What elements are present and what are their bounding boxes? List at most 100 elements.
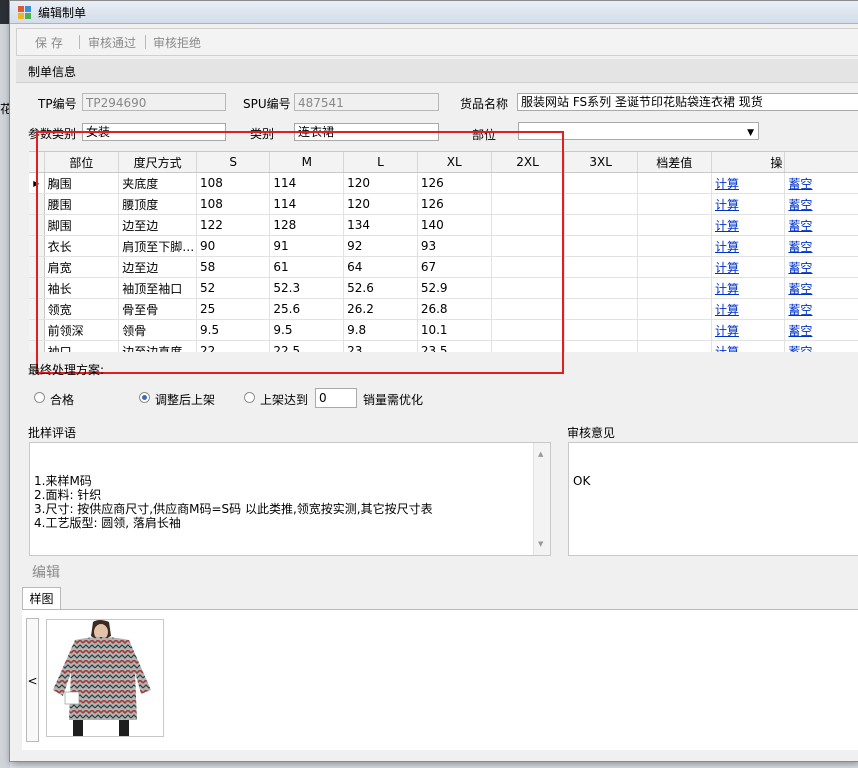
scroll-down-icon[interactable]: ▼ [538,537,543,551]
size-s-cell[interactable]: 58 [196,256,271,278]
part-cell[interactable]: 衣长 [44,235,120,257]
grade-value-cell[interactable] [637,214,712,236]
table-row[interactable]: 腰围 腰顶度 108 114 120 126 计算 蓄空 [29,193,858,215]
size-2xl-cell[interactable] [491,235,565,257]
size-l-cell[interactable]: 52.6 [343,277,418,299]
size-l-cell[interactable]: 64 [343,256,418,278]
size-3xl-cell[interactable] [564,298,638,320]
size-s-cell[interactable]: 108 [196,193,271,215]
size-xl-cell[interactable]: 126 [417,172,492,194]
review-scrollbar[interactable]: ▲ ▼ [533,443,550,555]
size-2xl-cell[interactable] [491,172,565,194]
target-sales-input[interactable]: 0 [315,388,357,408]
calculate-link[interactable]: 计算 [715,198,739,212]
measure-method-cell[interactable]: 边至边 [118,214,198,236]
calculate-link[interactable]: 计算 [715,303,739,317]
part-cell[interactable]: 前领深 [44,319,120,341]
size-s-cell[interactable]: 25 [196,298,271,320]
grade-value-cell[interactable] [637,340,712,352]
size-m-cell[interactable]: 114 [269,193,345,215]
size-l-cell[interactable]: 120 [343,193,418,215]
size-3xl-cell[interactable] [564,340,638,352]
table-row[interactable]: 袖口 边至边直度 22 22.5 23 23.5 计算 蓄空 [29,340,858,353]
part-select[interactable]: ▼ [518,122,759,140]
column-header[interactable]: L [343,152,418,173]
table-row[interactable]: 脚围 边至边 122 128 134 140 计算 蓄空 [29,214,858,236]
size-s-cell[interactable]: 90 [196,235,271,257]
size-3xl-cell[interactable] [564,172,638,194]
review-textarea[interactable]: 1.来样M码 2.面料: 针织 3.尺寸: 按供应商尺寸,供应商M码=S码 以此… [29,442,551,556]
table-row[interactable]: 前领深 领骨 9.5 9.5 9.8 10.1 计算 蓄空 [29,319,858,341]
size-3xl-cell[interactable] [564,214,638,236]
size-2xl-cell[interactable] [491,277,565,299]
clear-link[interactable]: 蓄空 [788,177,812,191]
grade-value-cell[interactable] [637,319,712,341]
save-button[interactable]: 保 存 [35,34,63,51]
prev-image-button[interactable]: < [26,618,39,742]
size-m-cell[interactable]: 114 [269,172,345,194]
size-xl-cell[interactable]: 67 [417,256,492,278]
size-l-cell[interactable]: 9.8 [343,319,418,341]
size-xl-cell[interactable]: 52.9 [417,277,492,299]
size-3xl-cell[interactable] [564,277,638,299]
audit-textarea[interactable]: OK [568,442,858,556]
grade-value-cell[interactable] [637,235,712,257]
table-row[interactable]: 袖长 袖顶至袖口 52 52.3 52.6 52.9 计算 蓄空 [29,277,858,299]
size-xl-cell[interactable]: 93 [417,235,492,257]
size-xl-cell[interactable]: 26.8 [417,298,492,320]
clear-link[interactable]: 蓄空 [788,345,812,353]
size-m-cell[interactable]: 52.3 [269,277,345,299]
clear-link[interactable]: 蓄空 [788,324,812,338]
size-l-cell[interactable]: 134 [343,214,418,236]
calculate-link[interactable]: 计算 [715,345,739,353]
clear-link[interactable]: 蓄空 [788,219,812,233]
calculate-link[interactable]: 计算 [715,240,739,254]
row-header[interactable] [29,340,45,352]
calculate-link[interactable]: 计算 [715,219,739,233]
radio-adjust[interactable] [139,392,150,403]
category-select[interactable]: 连衣裙 [294,123,439,141]
grade-value-cell[interactable] [637,277,712,299]
grade-value-cell[interactable] [637,256,712,278]
measure-method-cell[interactable]: 边至边直度 [118,340,198,352]
reject-button[interactable]: 审核拒绝 [153,34,201,51]
table-row[interactable]: ▶ 胸围 夹底度 108 114 120 126 计算 蓄空 [29,172,858,194]
clear-link[interactable]: 蓄空 [788,240,812,254]
size-m-cell[interactable]: 128 [269,214,345,236]
size-2xl-cell[interactable] [491,193,565,215]
size-xl-cell[interactable]: 23.5 [417,340,492,352]
column-header[interactable]: M [269,152,345,173]
row-header[interactable] [29,193,45,215]
size-3xl-cell[interactable] [564,256,638,278]
radio-pass[interactable] [34,392,45,403]
size-2xl-cell[interactable] [491,214,565,236]
sample-image-thumbnail[interactable] [46,619,164,737]
column-header[interactable]: 2XL [491,152,565,173]
grade-value-cell[interactable] [637,193,712,215]
size-m-cell[interactable]: 22.5 [269,340,345,352]
calculate-link[interactable]: 计算 [715,324,739,338]
row-header[interactable] [29,235,45,257]
row-header[interactable] [29,298,45,320]
size-2xl-cell[interactable] [491,256,565,278]
column-header[interactable]: 部位 [44,152,120,173]
grade-value-cell[interactable] [637,298,712,320]
tp-field[interactable]: TP294690 [82,93,226,111]
row-header[interactable] [29,319,45,341]
measure-method-cell[interactable]: 袖顶至袖口 [118,277,198,299]
spu-field[interactable]: 487541 [294,93,439,111]
size-3xl-cell[interactable] [564,235,638,257]
size-m-cell[interactable]: 25.6 [269,298,345,320]
part-cell[interactable]: 领宽 [44,298,120,320]
calculate-link[interactable]: 计算 [715,261,739,275]
column-header[interactable]: 度尺方式 [118,152,198,173]
calculate-link[interactable]: 计算 [715,177,739,191]
column-header[interactable]: 3XL [564,152,638,173]
column-header[interactable]: XL [417,152,492,173]
size-3xl-cell[interactable] [564,193,638,215]
size-m-cell[interactable]: 9.5 [269,319,345,341]
row-header[interactable] [29,214,45,236]
clear-link[interactable]: 蓄空 [788,282,812,296]
size-s-cell[interactable]: 122 [196,214,271,236]
size-xl-cell[interactable]: 140 [417,214,492,236]
